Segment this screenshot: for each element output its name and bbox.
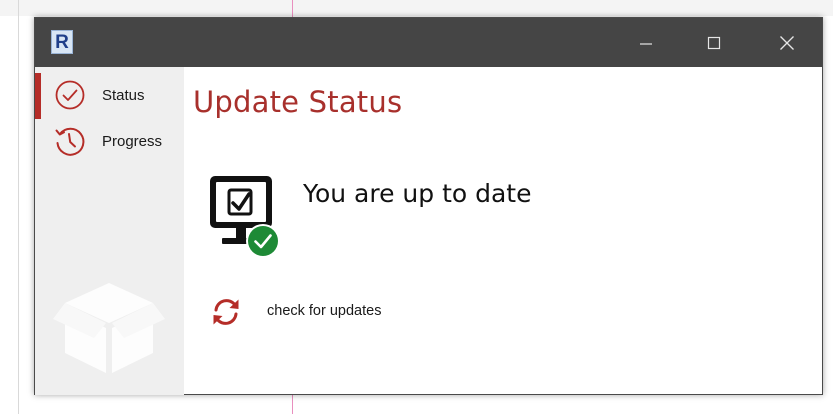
desktop-background-line xyxy=(18,0,19,414)
app-logo: R xyxy=(51,30,73,54)
sidebar-item-label: Status xyxy=(102,86,145,104)
update-window: R Status Progress Update Status You are … xyxy=(34,17,823,395)
close-icon xyxy=(780,35,794,50)
maximize-icon xyxy=(707,36,721,49)
check-circle-icon xyxy=(53,78,87,112)
sidebar-item-status[interactable]: Status xyxy=(53,79,145,111)
status-message: You are up to date xyxy=(303,179,532,208)
minimize-button[interactable] xyxy=(615,18,677,67)
sidebar: Status Progress xyxy=(35,67,184,395)
page-title: Update Status xyxy=(193,85,403,119)
history-clock-icon xyxy=(53,124,87,158)
monitor-checkmark-icon xyxy=(208,174,284,266)
refresh-icon[interactable] xyxy=(210,296,242,328)
maximize-button[interactable] xyxy=(683,18,745,67)
check-for-updates-link[interactable]: check for updates xyxy=(267,303,381,319)
box-icon xyxy=(49,269,169,379)
app-logo-letter: R xyxy=(55,31,69,53)
desktop-background-strip xyxy=(0,0,833,16)
sidebar-item-label: Progress xyxy=(102,132,163,150)
sidebar-item-progress[interactable]: Progress xyxy=(53,125,162,157)
title-bar[interactable]: R xyxy=(35,18,822,67)
close-button[interactable] xyxy=(756,18,818,67)
main-content: Update Status You are up to date check f… xyxy=(184,67,822,395)
minimize-icon xyxy=(640,42,652,45)
active-nav-indicator xyxy=(35,73,41,119)
